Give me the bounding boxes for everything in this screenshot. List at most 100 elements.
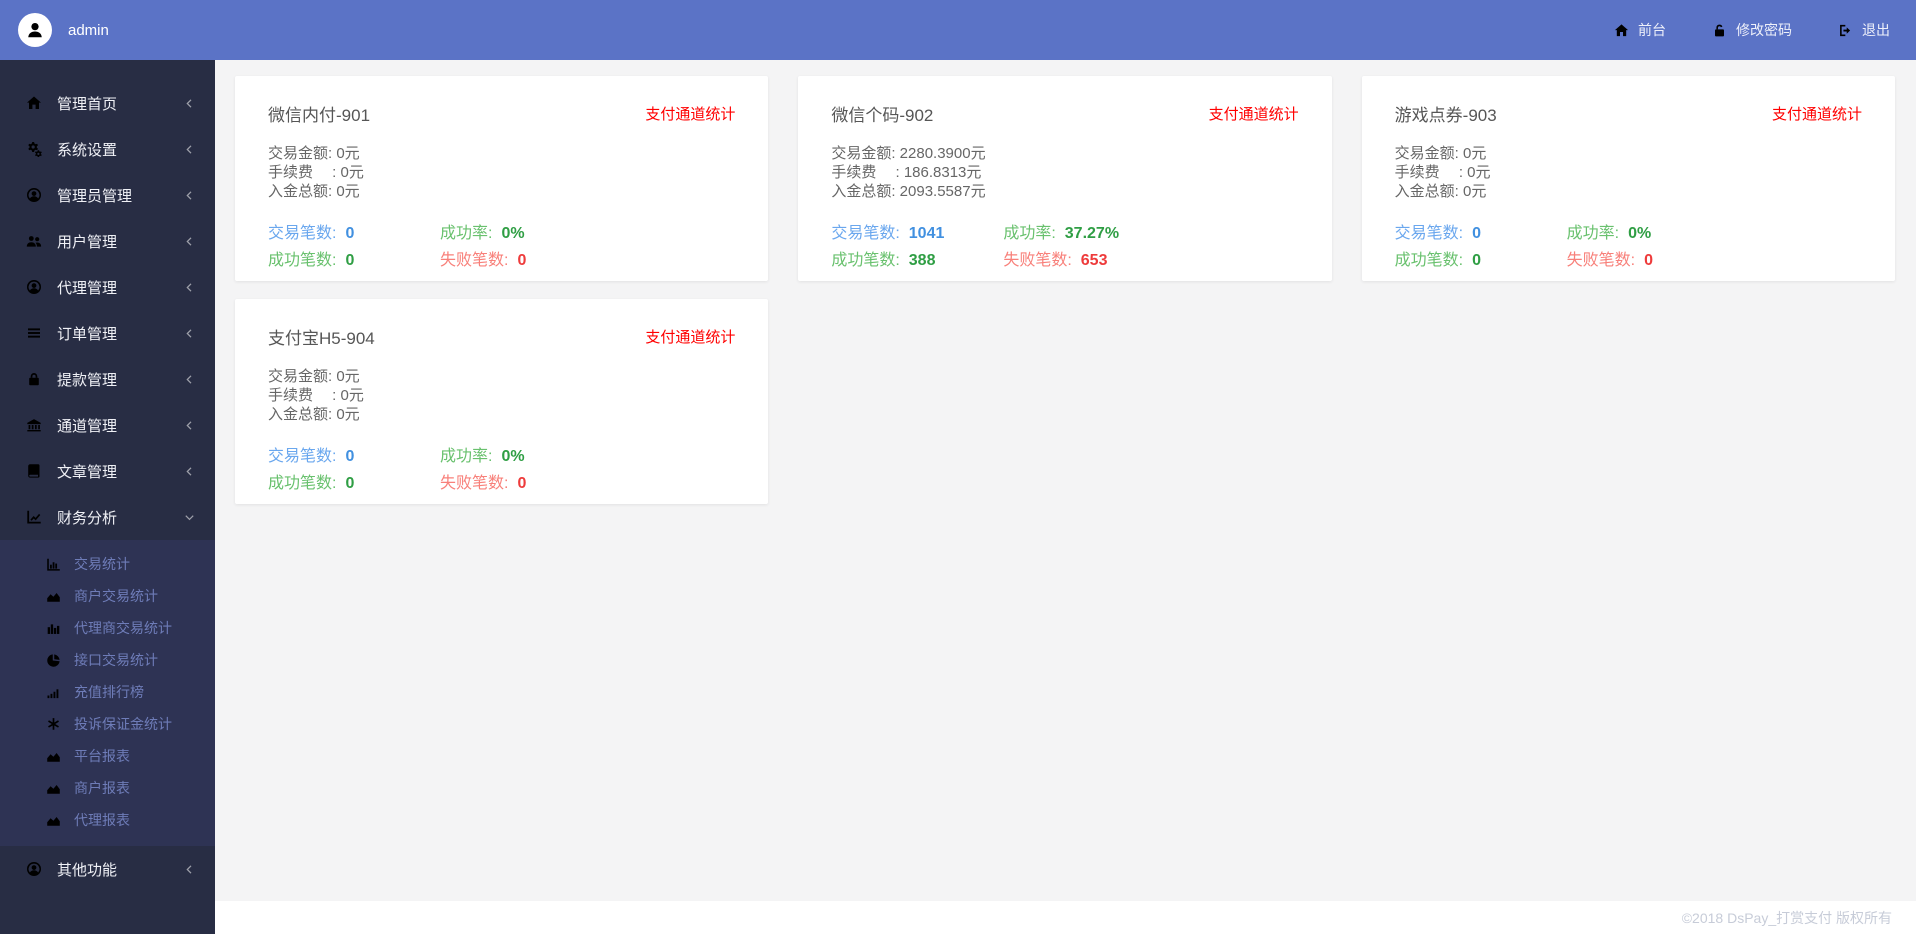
asterisk-icon — [46, 717, 61, 732]
lock-icon — [26, 371, 42, 387]
success-count: 成功笔数: 388 — [831, 252, 936, 269]
topnav-change-password[interactable]: 修改密码 — [1712, 20, 1792, 40]
signal-icon — [46, 685, 61, 700]
list-icon — [26, 325, 42, 341]
sidebar-subitem-agent-report[interactable]: 代理报表 — [0, 804, 215, 836]
current-user: admin — [18, 13, 109, 47]
finance-submenu: 交易统计 商户交易统计 代理商交易统计 接口交易统计 充值排行榜 投诉保证金统计… — [0, 540, 215, 846]
amount-line: 手续费 : 0元 — [268, 164, 364, 181]
sidebar-item-other-functions[interactable]: 其他功能 — [0, 846, 215, 892]
sidebar-subitem-platform-report[interactable]: 平台报表 — [0, 740, 215, 772]
sidebar-subitem-recharge-ranking[interactable]: 充值排行榜 — [0, 676, 215, 708]
amount-line: 手续费 : 0元 — [268, 387, 364, 404]
channel-card-904: 支付宝H5-904 支付通道统计 交易金额: 0元 手续费 : 0元 入金总额:… — [235, 299, 769, 504]
user-circle-icon — [26, 187, 42, 203]
sidebar-item-finance-analysis[interactable]: 财务分析 — [0, 494, 215, 540]
stats-block: 交易笔数: 1041 成功率: 37.27% 成功笔数: 388 失败笔数: 653 — [831, 223, 1298, 272]
sign-out-icon — [1838, 23, 1853, 38]
bank-icon — [26, 417, 42, 433]
angle-left-icon — [184, 98, 195, 109]
channel-card-901: 微信内付-901 支付通道统计 交易金额: 0元 手续费 : 0元 入金总额: … — [235, 76, 769, 281]
angle-left-icon — [184, 328, 195, 339]
amounts-block: 交易金额: 2280.3900元 手续费 : 186.8313元 入金总额: 2… — [831, 144, 1298, 201]
sidebar-item-order-management[interactable]: 订单管理 — [0, 310, 215, 356]
user-circle-icon — [26, 861, 42, 877]
trade-count: 交易笔数: 0 — [1394, 225, 1482, 242]
top-header: admin 前台 修改密码 退出 — [0, 0, 1916, 60]
success-rate: 成功率: 0% — [440, 448, 525, 465]
sidebar-subitem-trade-stats[interactable]: 交易统计 — [0, 548, 215, 580]
sidebar-item-channel-management[interactable]: 通道管理 — [0, 402, 215, 448]
angle-left-icon — [184, 420, 195, 431]
success-count: 成功笔数: 0 — [1394, 252, 1482, 269]
card-grid: 微信内付-901 支付通道统计 交易金额: 0元 手续费 : 0元 入金总额: … — [215, 60, 1916, 901]
sidebar-item-article-management[interactable]: 文章管理 — [0, 448, 215, 494]
unlock-icon — [1712, 23, 1727, 38]
stats-block: 交易笔数: 0 成功率: 0% 成功笔数: 0 失败笔数: 0 — [268, 223, 735, 272]
gears-icon — [26, 141, 42, 157]
fail-count: 失败笔数: 653 — [1003, 252, 1108, 269]
amount-line: 交易金额: 0元 — [268, 368, 360, 385]
sidebar-item-admin-home[interactable]: 管理首页 — [0, 80, 215, 126]
amount-line: 手续费 : 0元 — [1394, 164, 1491, 181]
success-rate: 成功率: 0% — [1566, 225, 1652, 242]
amounts-block: 交易金额: 0元 手续费 : 0元 入金总额: 0元 — [1395, 144, 1862, 201]
amount-line: 交易金额: 0元 — [1394, 145, 1487, 162]
card-title: 支付宝H5-904 — [268, 329, 375, 348]
sidebar-item-withdraw-management[interactable]: 提款管理 — [0, 356, 215, 402]
channel-card-903: 游戏点券-903 支付通道统计 交易金额: 0元 手续费 : 0元 入金总额: … — [1361, 76, 1895, 281]
sidebar-subitem-merchant-trade-stats[interactable]: 商户交易统计 — [0, 580, 215, 612]
success-count: 成功笔数: 0 — [268, 475, 355, 492]
angle-left-icon — [184, 282, 195, 293]
channel-stats-link[interactable]: 支付通道统计 — [1209, 103, 1299, 124]
sidebar-item-admin-management[interactable]: 管理员管理 — [0, 172, 215, 218]
user-circle-icon — [26, 279, 42, 295]
angle-left-icon — [184, 374, 195, 385]
sidebar-item-system-settings[interactable]: 系统设置 — [0, 126, 215, 172]
sidebar-subitem-complaint-deposit-stats[interactable]: 投诉保证金统计 — [0, 708, 215, 740]
username: admin — [68, 21, 109, 39]
amounts-block: 交易金额: 0元 手续费 : 0元 入金总额: 0元 — [268, 144, 735, 201]
sidebar-subitem-agent-trade-stats[interactable]: 代理商交易统计 — [0, 612, 215, 644]
success-rate: 成功率: 37.27% — [1003, 225, 1120, 242]
sidebar-subitem-interface-trade-stats[interactable]: 接口交易统计 — [0, 644, 215, 676]
channel-stats-link[interactable]: 支付通道统计 — [1772, 103, 1862, 124]
trade-count: 交易笔数: 0 — [268, 448, 355, 465]
trade-count: 交易笔数: 0 — [268, 225, 355, 242]
home-icon — [1614, 23, 1629, 38]
sidebar-item-user-management[interactable]: 用户管理 — [0, 218, 215, 264]
copyright-text: ©2018 DsPay_打赏支付 版权所有 — [1681, 909, 1892, 926]
pie-chart-icon — [46, 653, 61, 668]
sidebar-subitem-merchant-report[interactable]: 商户报表 — [0, 772, 215, 804]
topnav-frontend-label: 前台 — [1638, 22, 1666, 38]
fail-count: 失败笔数: 0 — [1566, 252, 1654, 269]
main-content: 微信内付-901 支付通道统计 交易金额: 0元 手续费 : 0元 入金总额: … — [215, 60, 1916, 934]
trade-count: 交易笔数: 1041 — [831, 225, 945, 242]
angle-left-icon — [184, 466, 195, 477]
bar-chart-icon — [46, 557, 61, 572]
sidebar: 管理首页 系统设置 管理员管理 用户管理 代理管理 订单管理 提款管理 通道管理… — [0, 60, 215, 934]
topnav-logout[interactable]: 退出 — [1838, 20, 1890, 40]
amount-line: 手续费 : 186.8313元 — [831, 164, 982, 181]
topnav-logout-label: 退出 — [1862, 22, 1890, 38]
amount-line: 入金总额: 0元 — [268, 406, 360, 423]
area-chart-icon — [46, 781, 61, 796]
card-title: 微信个码-902 — [831, 106, 934, 125]
amount-line: 交易金额: 0元 — [268, 145, 360, 162]
amount-line: 入金总额: 2093.5587元 — [831, 183, 986, 200]
home-icon — [26, 95, 42, 111]
top-nav: 前台 修改密码 退出 — [1614, 20, 1890, 40]
area-chart-icon — [46, 749, 61, 764]
stats-block: 交易笔数: 0 成功率: 0% 成功笔数: 0 失败笔数: 0 — [1395, 223, 1862, 272]
page-frame: 管理首页 系统设置 管理员管理 用户管理 代理管理 订单管理 提款管理 通道管理… — [0, 60, 1916, 934]
sidebar-item-agent-management[interactable]: 代理管理 — [0, 264, 215, 310]
angle-left-icon — [184, 190, 195, 201]
channel-stats-link[interactable]: 支付通道统计 — [645, 103, 735, 124]
topnav-frontend[interactable]: 前台 — [1614, 20, 1666, 40]
amount-line: 交易金额: 2280.3900元 — [831, 145, 986, 162]
channel-stats-link[interactable]: 支付通道统计 — [645, 326, 735, 347]
stats-block: 交易笔数: 0 成功率: 0% 成功笔数: 0 失败笔数: 0 — [268, 446, 735, 495]
angle-down-icon — [184, 512, 195, 523]
angle-left-icon — [184, 236, 195, 247]
users-icon — [26, 233, 42, 249]
